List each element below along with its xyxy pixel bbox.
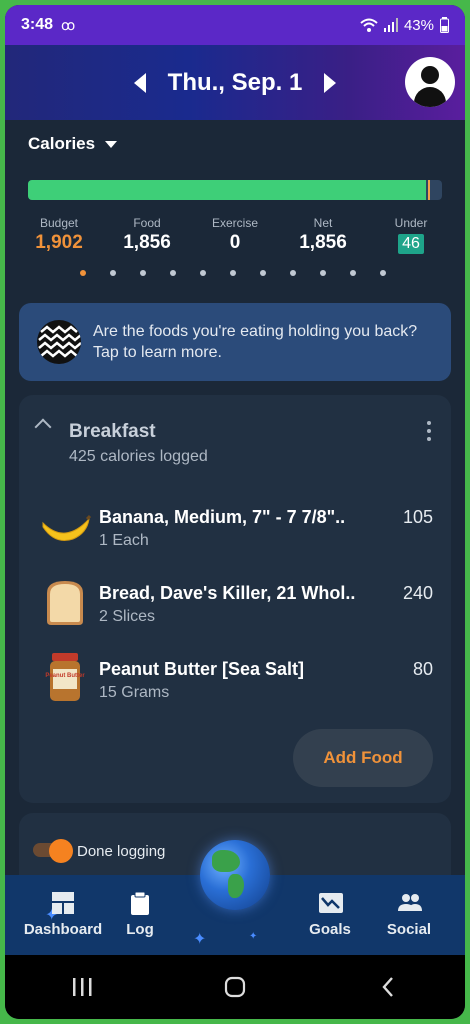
food-calories: 105 [402, 507, 433, 527]
food-item[interactable]: Banana, Medium, 7" - 7 7/8".. 1 Each 105 [19, 499, 451, 569]
stat-exercise-value: 0 [229, 232, 241, 253]
stat-exercise: Exercise 0 [199, 216, 271, 254]
calories-title: Calories [28, 134, 96, 153]
stat-exercise-label: Exercise [211, 216, 258, 230]
calorie-stats: Budget 1,902 Food 1,856 Exercise 0 Net 1… [23, 216, 447, 254]
tab-label: Goals [309, 921, 351, 938]
status-time: 3:48 [21, 16, 54, 33]
food-calories: 240 [402, 583, 433, 603]
stat-budget-value: 1,902 [35, 232, 83, 253]
tab-goals[interactable]: Goals [303, 891, 357, 938]
calorie-progress-bar [28, 180, 442, 200]
app-frame: 3:48 ꝏ 43% Thu., Sep. 1 Calories Budget [5, 5, 465, 1019]
tab-log[interactable]: Log [115, 891, 165, 938]
promo-banner[interactable]: Are the foods you're eating holding you … [19, 303, 451, 381]
food-item[interactable]: Peanut Butter Peanut Butter [Sea Salt] 1… [19, 651, 451, 721]
wifi-icon [360, 18, 378, 32]
previous-day-arrow-icon[interactable] [133, 72, 146, 93]
next-day-arrow-icon[interactable] [324, 72, 337, 93]
status-right: 43% [360, 17, 449, 34]
calories-dropdown[interactable]: Calories [28, 134, 118, 154]
more-options-icon[interactable] [427, 421, 431, 441]
stat-food: Food 1,856 [111, 216, 183, 254]
done-logging-label: Done logging [77, 843, 166, 860]
zigzag-logo-icon [37, 320, 81, 364]
page-dot[interactable] [260, 270, 266, 276]
stat-under-label: Under [394, 216, 428, 230]
page-dot[interactable] [200, 270, 206, 276]
tab-dashboard[interactable]: Dashboard [23, 891, 103, 938]
profile-avatar-icon[interactable] [405, 57, 455, 107]
clipboard-icon [128, 891, 152, 915]
calorie-progress-marker [427, 180, 430, 200]
recent-apps-icon[interactable] [62, 967, 102, 1007]
food-name: Peanut Butter [Sea Salt] [99, 659, 305, 679]
page-dot[interactable] [170, 270, 176, 276]
food-quantity: 2 Slices [99, 608, 156, 625]
promo-text: Are the foods you're eating holding you … [93, 323, 418, 361]
food-calories: 80 [412, 659, 433, 679]
home-icon[interactable] [215, 967, 255, 1007]
voicemail-icon: ꝏ [61, 16, 76, 33]
tab-label: Social [386, 921, 432, 938]
back-icon[interactable] [368, 967, 408, 1007]
caret-down-icon [105, 140, 118, 148]
battery-icon [440, 17, 449, 33]
current-date[interactable]: Thu., Sep. 1 [168, 69, 303, 97]
stat-under: Under 46 [375, 216, 447, 254]
stat-under-badge: 46 [398, 234, 424, 254]
peanut-butter-jar-icon: Peanut Butter [39, 651, 91, 703]
battery-percent: 43% [403, 16, 434, 34]
food-item[interactable]: Bread, Dave's Killer, 21 Whol.. 2 Slices… [19, 575, 451, 645]
dashboard-icon [51, 891, 75, 915]
meal-name: Breakfast [69, 421, 156, 442]
stat-food-value: 1,856 [123, 232, 171, 253]
meal-calories-logged: 425 calories logged [69, 448, 208, 465]
done-logging-toggle[interactable] [33, 839, 73, 863]
food-quantity: 1 Each [99, 532, 149, 549]
people-icon [397, 891, 422, 915]
page-dot[interactable] [350, 270, 356, 276]
tab-social[interactable]: Social [377, 891, 441, 938]
food-quantity: 15 Grams [99, 684, 170, 701]
sparkle-icon: ✦ [249, 931, 258, 942]
stat-budget-label: Budget [39, 216, 79, 230]
stat-net-value: 1,856 [299, 232, 347, 253]
page-dot[interactable] [80, 270, 86, 276]
bread-icon [39, 575, 91, 627]
tab-label: Dashboard [23, 921, 103, 938]
stat-budget: Budget 1,902 [23, 216, 95, 254]
jar-label-text: Peanut Butter [45, 673, 85, 679]
calories-summary[interactable]: Calories Budget 1,902 Food 1,856 Exercis… [5, 120, 465, 300]
chevron-up-icon[interactable] [34, 418, 52, 436]
page-dot[interactable] [230, 270, 236, 276]
add-food-button[interactable]: Add Food [293, 729, 433, 787]
page-dot[interactable] [110, 270, 116, 276]
food-name: Banana, Medium, 7" - 7 7/8".. [99, 507, 346, 527]
page-indicator[interactable] [80, 270, 386, 276]
system-navigation-bar [5, 955, 465, 1019]
food-name: Bread, Dave's Killer, 21 Whol.. [99, 583, 356, 603]
date-header: Thu., Sep. 1 [5, 45, 465, 120]
chart-goals-icon [318, 891, 343, 915]
breakfast-card: Breakfast 425 calories logged Banana, Me… [19, 395, 451, 803]
page-dot[interactable] [320, 270, 326, 276]
calorie-progress-fill [28, 180, 426, 200]
tab-label: Log [126, 921, 154, 938]
status-bar: 3:48 ꝏ 43% [5, 5, 465, 45]
page-dot[interactable] [140, 270, 146, 276]
page-dot[interactable] [290, 270, 296, 276]
page-dot[interactable] [380, 270, 386, 276]
stat-net-label: Net [313, 216, 333, 230]
stat-food-label: Food [133, 216, 161, 230]
globe-icon[interactable] [200, 840, 270, 910]
signal-icon [383, 18, 398, 32]
sparkle-icon: ✦ [193, 931, 207, 948]
stat-net: Net 1,856 [287, 216, 359, 254]
banana-icon [39, 499, 92, 551]
